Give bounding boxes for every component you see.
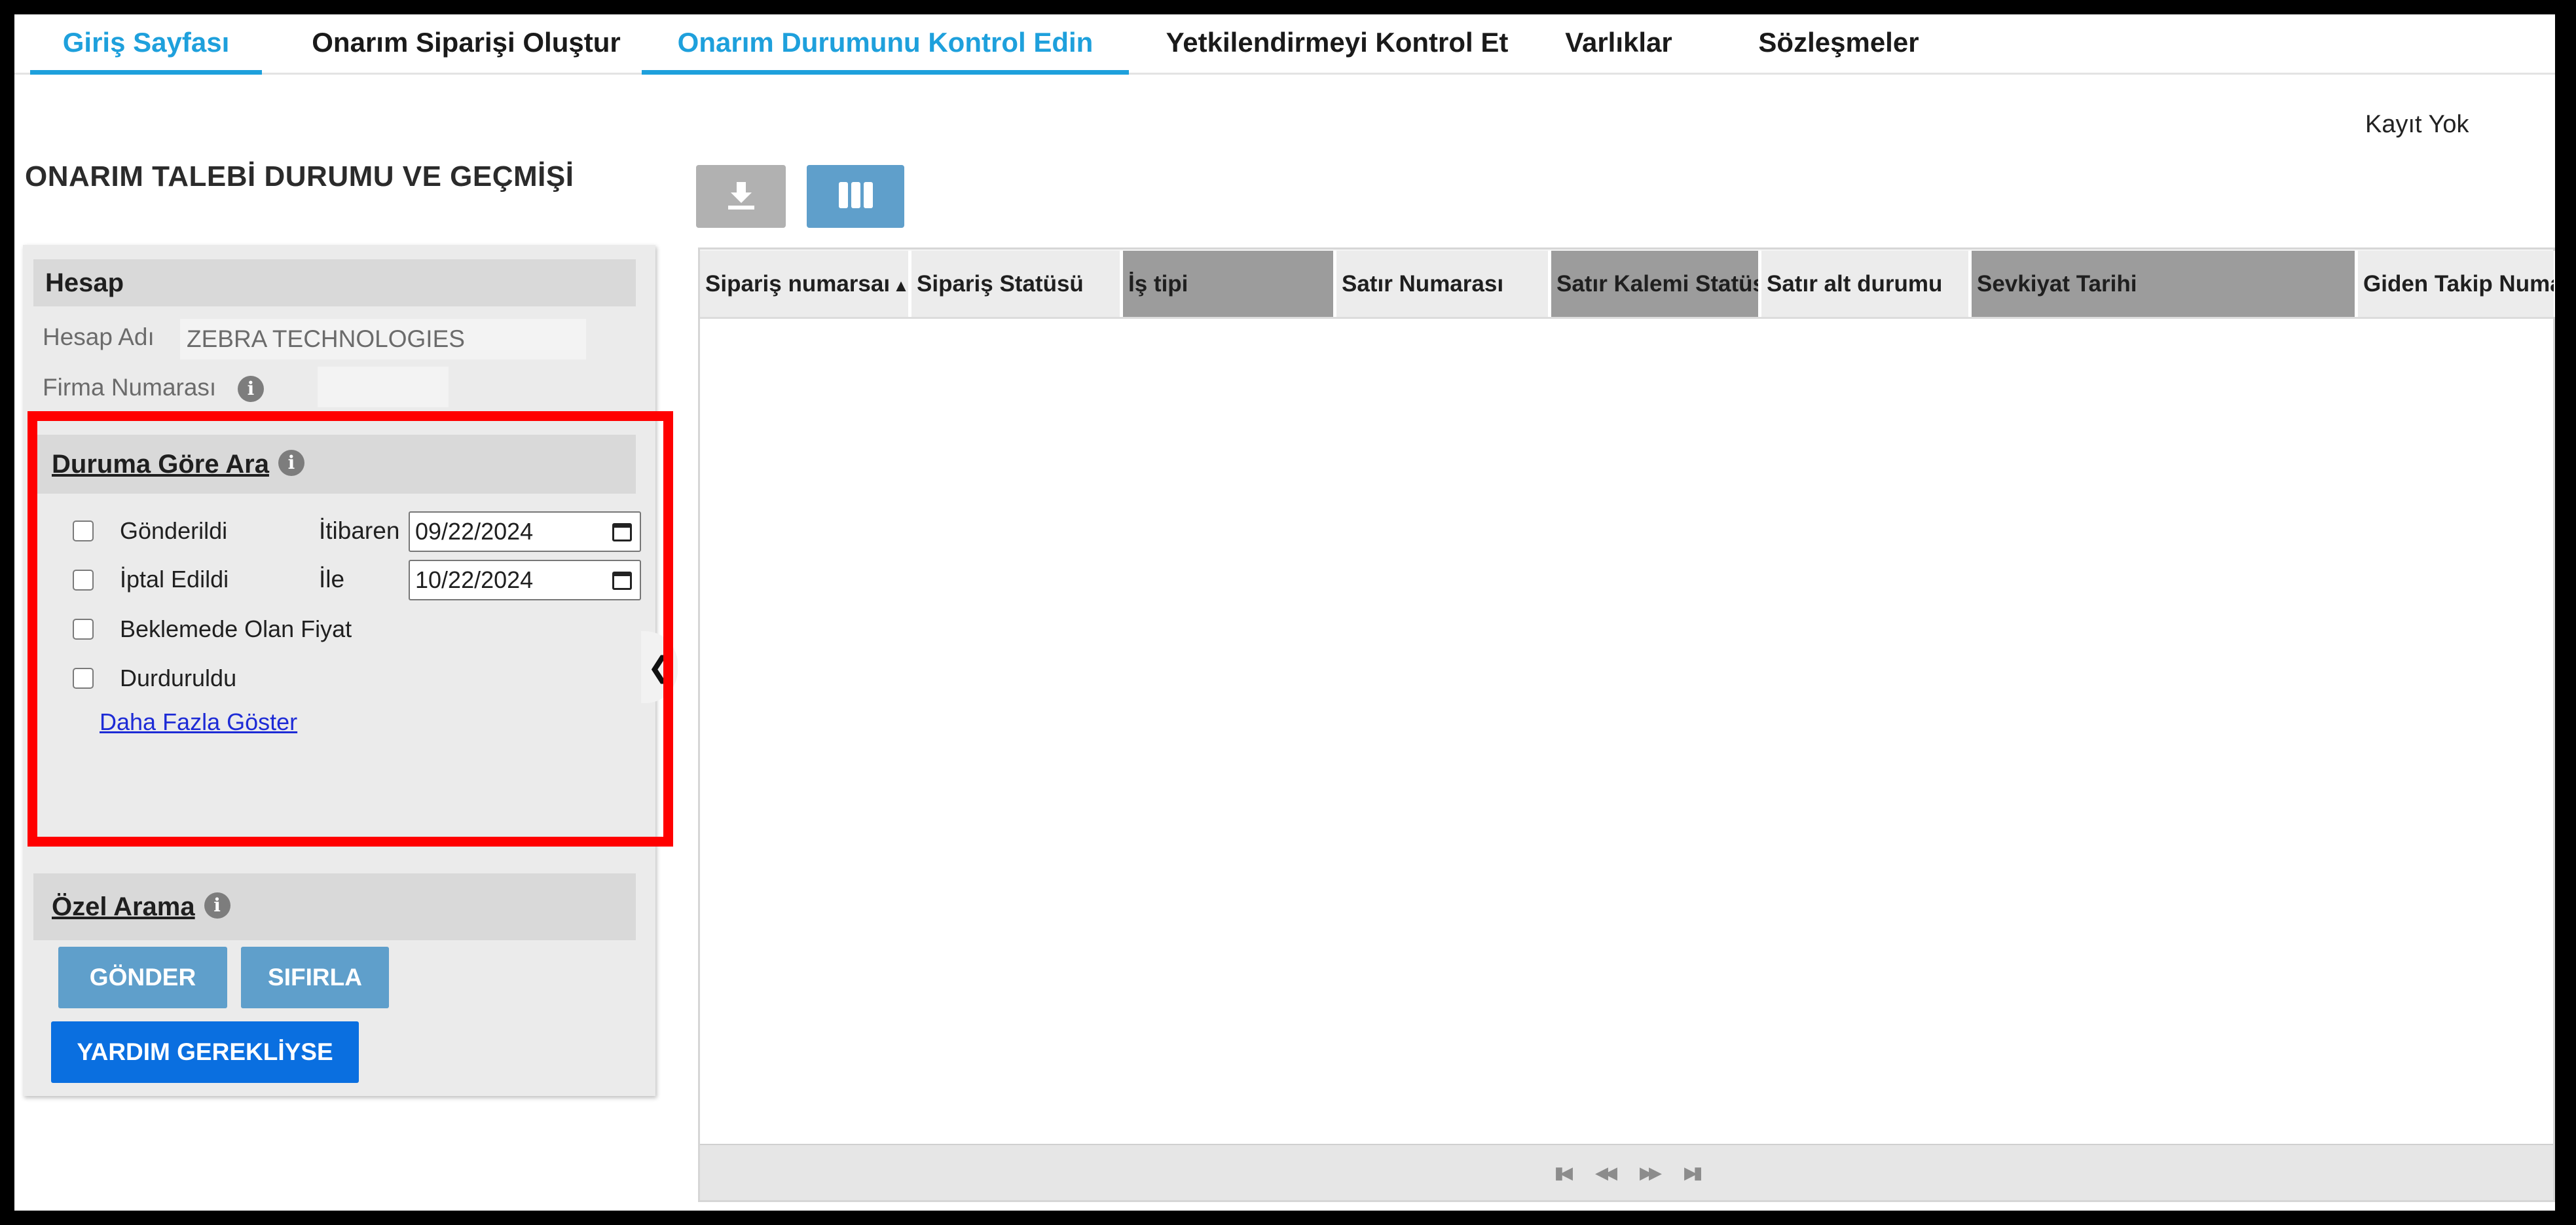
column-header-order-status[interactable]: Sipariş Statüsü [911, 251, 1123, 317]
tab-create-repair-order[interactable]: Onarım Siparişi Oluştur [289, 14, 643, 75]
records-status: Kayıt Yok [2365, 111, 2469, 138]
column-header-label: Sipariş numarsaı [705, 271, 891, 297]
info-icon[interactable]: i [238, 376, 264, 402]
collapse-panel-handle[interactable]: ❮ [641, 631, 678, 703]
account-name-label: Hesap Adı [43, 323, 155, 350]
pending-price-checkbox[interactable] [73, 619, 94, 640]
results-grid: Sipariş numarsaı ▲ Sipariş Statüsü İş tip… [698, 247, 2555, 1202]
tab-home[interactable]: Giriş Sayfası [30, 14, 262, 75]
cancelled-checkbox-label: İptal Edildi [120, 566, 229, 593]
sort-ascending-icon: ▲ [892, 276, 910, 295]
column-header-outbound-tracking[interactable]: Giden Takip Numarası [2358, 251, 2555, 317]
grid-header: Sipariş numarsaı ▲ Sipariş Statüsü İş tip… [700, 249, 2555, 319]
status-search-heading: Duruma Göre Ara i [33, 435, 636, 494]
info-icon[interactable]: i [204, 892, 230, 919]
sent-checkbox[interactable] [73, 521, 94, 541]
from-date-label: İtibaren [319, 517, 400, 544]
tab-contracts[interactable]: Sözleşmeler [1740, 14, 1937, 75]
page-title: ONARIM TALEBİ DURUMU VE GEÇMİŞİ [25, 160, 574, 192]
tab-assets[interactable]: Varlıklar [1553, 14, 1684, 75]
columns-icon [837, 181, 874, 213]
column-header-shipment-date[interactable]: Sevkiyat Tarihi [1972, 251, 2358, 317]
to-date-value: 10/22/2024 [415, 566, 534, 593]
chevron-left-icon: ❮ [647, 651, 672, 684]
to-date-label: İle [319, 566, 345, 593]
info-icon[interactable]: i [278, 450, 304, 477]
grid-pager: ▮◀ ◀◀ ▶▶ ▶▮ [700, 1144, 2553, 1200]
custom-search-toggle[interactable]: Özel Arama [52, 892, 195, 921]
cancelled-checkbox[interactable] [73, 570, 94, 591]
pending-price-checkbox-label: Beklemede Olan Fiyat [120, 615, 352, 642]
column-header-line-substatus[interactable]: Satır alt durumu [1761, 251, 1972, 317]
first-page-icon[interactable]: ▮◀ [1555, 1163, 1573, 1183]
stopped-checkbox-label: Durduruldu [120, 665, 237, 691]
tab-check-authorization[interactable]: Yetkilendirmeyi Kontrol Et [1154, 14, 1520, 75]
from-date-value: 09/22/2024 [415, 518, 534, 545]
tab-check-repair-status[interactable]: Onarım Durumunu Kontrol Edin [642, 14, 1129, 75]
account-heading: Hesap [33, 259, 636, 306]
top-nav: Giriş Sayfası Onarım Siparişi Oluştur On… [14, 14, 2555, 75]
previous-page-icon[interactable]: ◀◀ [1595, 1163, 1617, 1183]
column-header-order-number[interactable]: Sipariş numarsaı ▲ [700, 251, 911, 317]
sent-checkbox-label: Gönderildi [120, 517, 228, 544]
help-button[interactable]: YARDIM GEREKLİYSE [51, 1021, 359, 1083]
download-button[interactable] [696, 165, 786, 228]
submit-button[interactable]: GÖNDER [58, 947, 227, 1008]
status-search-toggle[interactable]: Duruma Göre Ara [52, 450, 269, 479]
next-page-icon[interactable]: ▶▶ [1640, 1163, 1662, 1183]
account-name-value: ZEBRA TECHNOLOGIES [180, 319, 586, 359]
columns-button[interactable] [807, 165, 904, 228]
reset-button[interactable]: SIFIRLA [241, 947, 389, 1008]
column-header-job-type[interactable]: İş tipi [1123, 251, 1336, 317]
to-date-input[interactable]: 10/22/2024 [409, 560, 641, 600]
column-header-line-number[interactable]: Satır Numarası [1336, 251, 1551, 317]
firm-number-value [318, 367, 449, 407]
firm-number-label: Firma Numarası [43, 374, 217, 401]
calendar-icon[interactable] [612, 572, 632, 590]
last-page-icon[interactable]: ▶▮ [1684, 1163, 1702, 1183]
column-header-line-item-status[interactable]: Satır Kalemi Statüsü [1551, 251, 1761, 317]
stopped-checkbox[interactable] [73, 668, 94, 689]
app-window: Giriş Sayfası Onarım Siparişi Oluştur On… [14, 14, 2555, 1211]
show-more-link[interactable]: Daha Fazla Göster [100, 708, 297, 736]
calendar-icon[interactable] [612, 523, 632, 541]
from-date-input[interactable]: 09/22/2024 [409, 511, 641, 552]
download-icon [726, 179, 757, 214]
custom-search-heading: Özel Arama i [33, 873, 636, 940]
search-panel: Hesap Hesap Adı ZEBRA TECHNOLOGIES Firma… [23, 245, 678, 1096]
